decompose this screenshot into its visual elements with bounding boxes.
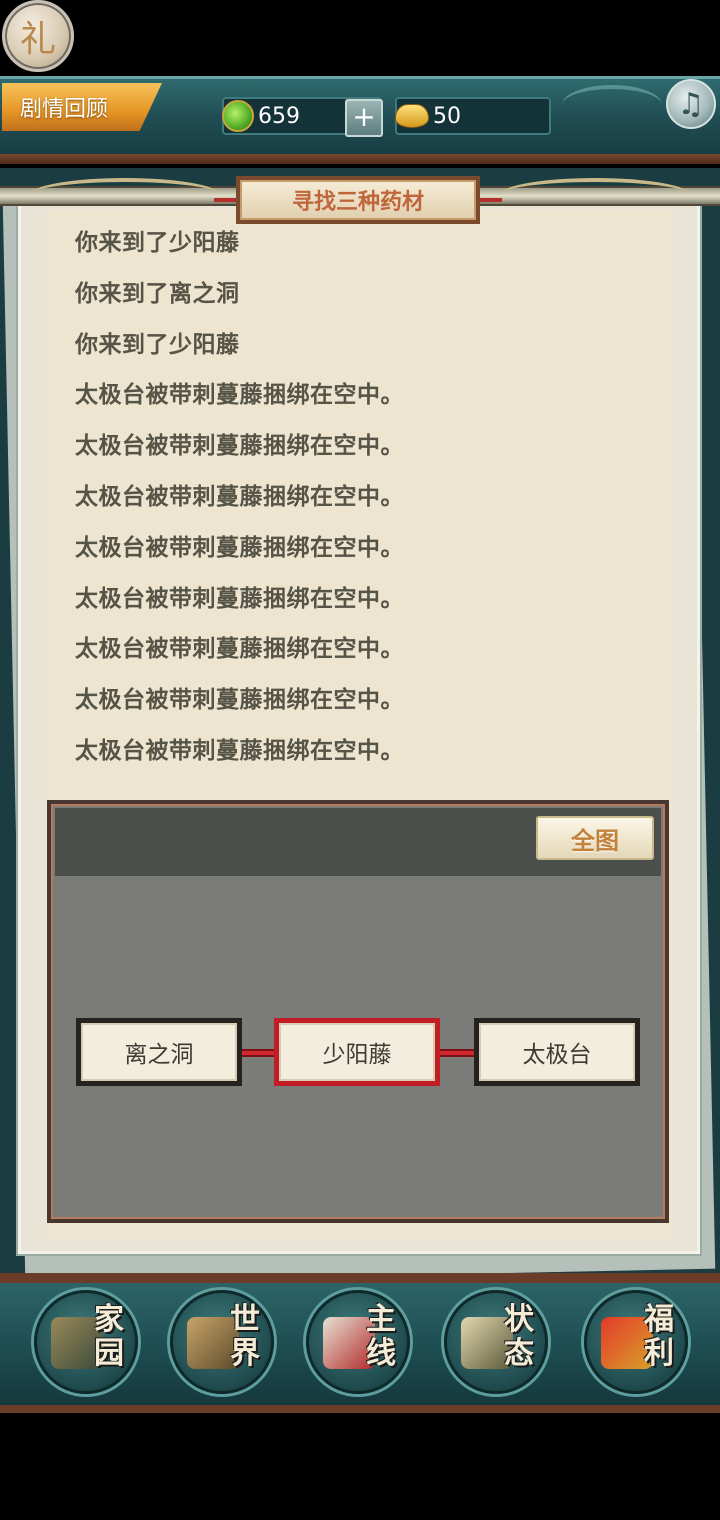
node-label: 离之洞 — [124, 1042, 194, 1068]
plus-icon: + — [352, 100, 376, 133]
nav-label: 福 — [644, 1302, 674, 1337]
location-map — [47, 800, 669, 1223]
log-line: 太极台被带刺蔓藤捆绑在空中。 — [75, 687, 404, 714]
full-map-button[interactable]: 全图 — [536, 816, 654, 860]
dragon-ornament — [562, 85, 662, 125]
rod-ornament-left — [30, 178, 220, 212]
gold-currency: 50 — [395, 97, 551, 135]
log-line: 太极台被带刺蔓藤捆绑在空中。 — [75, 382, 404, 409]
map-node-li-zhi-dong[interactable]: 离之洞 — [76, 1018, 242, 1086]
nav-label: 园 — [94, 1336, 124, 1371]
rod-ornament-right — [500, 178, 690, 212]
map-node-tai-ji-tai[interactable]: 太极台 — [474, 1018, 640, 1086]
nav-world[interactable]: 世 界 — [170, 1290, 274, 1394]
gift-label: 礼 — [19, 19, 56, 60]
add-currency-button[interactable]: + — [345, 99, 383, 137]
path-link — [438, 1049, 476, 1057]
nav-label: 主 — [366, 1302, 396, 1337]
path-link — [240, 1049, 276, 1057]
music-button[interactable]: ♫ — [666, 79, 716, 129]
nav-status[interactable]: 状 态 — [444, 1290, 548, 1394]
gold-amount: 50 — [433, 103, 461, 129]
nav-label: 家 — [94, 1302, 124, 1337]
nav-label: 态 — [504, 1336, 534, 1371]
log-line: 太极台被带刺蔓藤捆绑在空中。 — [75, 534, 404, 561]
story-log[interactable]: 你来到了少阳藤 你来到了离之洞 你来到了少阳藤 太极台被带刺蔓藤捆绑在空中。 太… — [75, 222, 665, 781]
log-line: 太极台被带刺蔓藤捆绑在空中。 — [75, 585, 404, 612]
nav-label: 界 — [230, 1336, 260, 1371]
map-node-shao-yang-teng-current[interactable]: 少阳藤 — [274, 1018, 440, 1086]
log-line: 太极台被带刺蔓藤捆绑在空中。 — [75, 433, 404, 460]
log-line: 太极台被带刺蔓藤捆绑在空中。 — [75, 737, 404, 764]
nav-welfare[interactable]: 福 利 — [584, 1290, 688, 1394]
story-review-button[interactable]: 剧情回顾 — [2, 83, 162, 131]
story-review-label: 剧情回顾 — [20, 97, 109, 122]
log-line: 太极台被带刺蔓藤捆绑在空中。 — [75, 636, 404, 663]
nav-label: 利 — [644, 1336, 674, 1371]
node-label: 少阳藤 — [322, 1042, 392, 1068]
music-note-icon: ♫ — [677, 86, 705, 122]
log-line: 你来到了少阳藤 — [75, 331, 240, 358]
gift-button[interactable]: 礼 — [2, 0, 74, 72]
quest-title: 寻找三种药材 — [214, 176, 502, 224]
quest-title-text: 寻找三种药材 — [291, 190, 424, 215]
jade-amount: 659 — [258, 103, 300, 129]
nav-label: 世 — [230, 1302, 260, 1337]
log-line: 太极台被带刺蔓藤捆绑在空中。 — [75, 483, 404, 510]
gold-ingot-icon — [395, 104, 429, 128]
node-label: 太极台 — [522, 1042, 592, 1068]
jade-coin-icon — [222, 100, 254, 132]
log-line: 你来到了离之洞 — [75, 280, 240, 307]
nav-label: 线 — [366, 1336, 396, 1371]
full-map-label: 全图 — [571, 826, 619, 855]
nav-home[interactable]: 家 园 — [34, 1290, 138, 1394]
top-bar: 剧情回顾 659 + 50 ♫ — [0, 76, 720, 164]
log-line: 你来到了少阳藤 — [75, 230, 240, 256]
nav-main-quest[interactable]: 主 线 — [306, 1290, 410, 1394]
nav-label: 状 — [504, 1302, 534, 1337]
